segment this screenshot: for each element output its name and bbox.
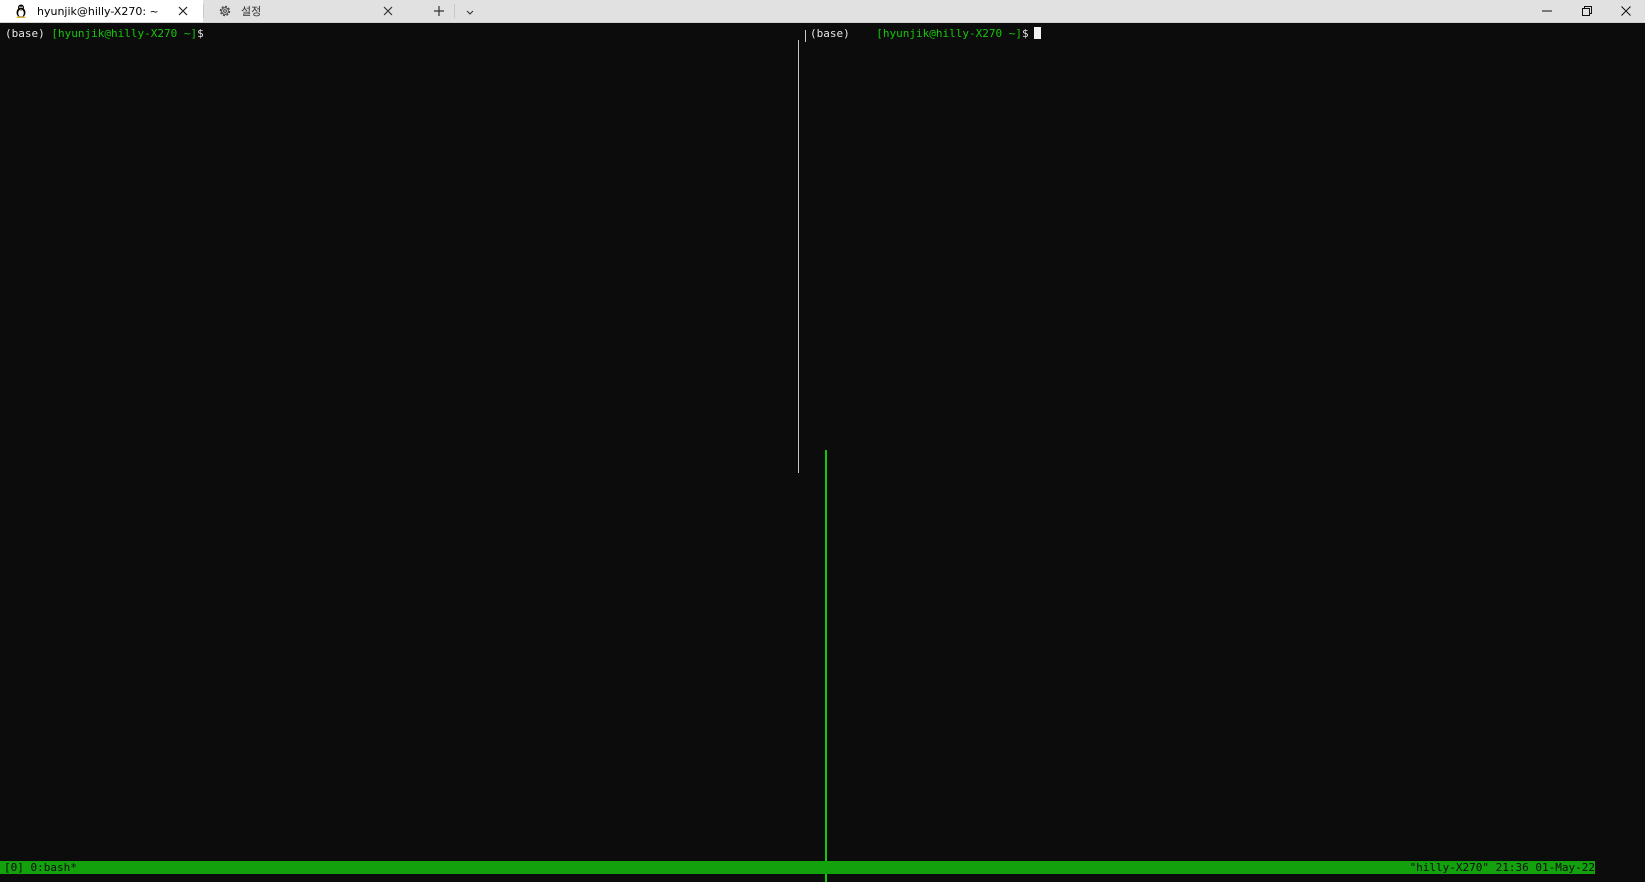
status-host-time: "hilly-X270" 21:36 01-May-22 (1409, 861, 1595, 874)
pane-divider-tick (805, 30, 806, 42)
tab-settings[interactable]: 설정 (204, 0, 408, 22)
prompt-user-host: [hyunjik@hilly-X270 ~] (51, 27, 198, 40)
dropdown-divider (454, 4, 455, 18)
tab-label: hyunjik@hilly-X270: ~ (37, 4, 159, 18)
text-cursor (1033, 27, 1041, 39)
tab-label: 설정 (241, 5, 262, 18)
profile-dropdown-button[interactable] (461, 2, 479, 20)
left-pane-prompt: (base) [hyunjik@hilly-X270 ~]$ (5, 27, 204, 41)
minimize-icon (1542, 1, 1552, 20)
terminal-area[interactable]: (base) [hyunjik@hilly-X270 ~]$ (base) [h… (0, 23, 1645, 882)
restore-icon (1582, 1, 1592, 20)
prompt-user-host: [hyunjik@hilly-X270 ~] (876, 27, 1022, 40)
close-tab-icon[interactable] (380, 3, 396, 19)
linux-penguin-icon (12, 4, 30, 18)
status-window-list: [0] 0:bash* (4, 861, 77, 874)
close-icon (1621, 1, 1631, 20)
conda-env-label: (base) (810, 27, 850, 40)
close-tab-icon[interactable] (175, 3, 191, 19)
tab-terminal[interactable]: hyunjik@hilly-X270: ~ (0, 0, 203, 22)
right-pane-prompt: (base) [hyunjik@hilly-X270 ~]$ (810, 27, 1041, 41)
title-bar: hyunjik@hilly-X270: ~ 설정 (0, 0, 1645, 23)
pane-divider-vertical[interactable] (798, 40, 799, 473)
active-pane-border[interactable] (825, 450, 827, 882)
minimize-button[interactable] (1525, 0, 1569, 20)
prompt-symbol: $ (1021, 27, 1029, 40)
new-tab-button[interactable] (429, 2, 449, 20)
chevron-down-icon (465, 2, 475, 21)
prompt-symbol: $ (197, 27, 204, 40)
gear-icon (216, 4, 234, 18)
conda-env-label: (base) (5, 27, 45, 40)
maximize-button[interactable] (1565, 0, 1609, 20)
plus-icon (433, 2, 445, 21)
window-close-button[interactable] (1604, 0, 1645, 20)
tmux-status-bar: [0] 0:bash* "hilly-X270" 21:36 01-May-22 (0, 861, 1595, 874)
